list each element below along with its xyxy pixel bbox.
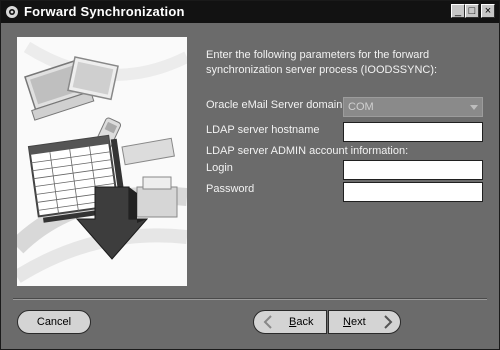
domain-select-value: COM <box>348 101 374 113</box>
sync-graphic-icon <box>17 41 187 283</box>
window-title: Forward Synchronization <box>24 4 185 19</box>
domain-label: Oracle eMail Server domain <box>206 99 343 111</box>
wizard-window: Forward Synchronization _ □ × Enter the … <box>0 0 500 350</box>
next-button-label: Next <box>343 316 366 328</box>
admin-account-heading: LDAP server ADMIN account information: <box>206 145 409 157</box>
chevron-right-icon <box>384 315 393 329</box>
password-label: Password <box>206 183 255 195</box>
footer-divider <box>13 298 487 300</box>
hostname-input[interactable] <box>343 122 483 142</box>
close-button[interactable]: × <box>481 4 495 18</box>
minimize-button[interactable]: _ <box>451 4 465 18</box>
domain-select[interactable]: COM <box>343 97 483 117</box>
login-label: Login <box>206 162 233 174</box>
title-bar: Forward Synchronization _ □ × <box>1 1 499 23</box>
back-button-label: Back <box>289 316 314 328</box>
cancel-button-label: Cancel <box>36 316 72 328</box>
intro-text: Enter the following parameters for the f… <box>206 49 438 76</box>
password-input[interactable] <box>343 182 483 202</box>
wizard-illustration <box>17 37 187 286</box>
hostname-label: LDAP server hostname <box>206 124 320 136</box>
login-input[interactable] <box>343 160 483 180</box>
maximize-button[interactable]: □ <box>465 4 479 18</box>
chevron-left-icon <box>263 315 272 329</box>
cancel-button[interactable]: Cancel <box>17 310 91 334</box>
next-button[interactable]: Next <box>328 310 401 334</box>
oracle-app-icon <box>6 6 18 18</box>
wizard-content: Enter the following parameters for the f… <box>1 23 499 349</box>
chevron-down-icon <box>470 105 478 110</box>
back-button[interactable]: Back <box>253 310 327 334</box>
